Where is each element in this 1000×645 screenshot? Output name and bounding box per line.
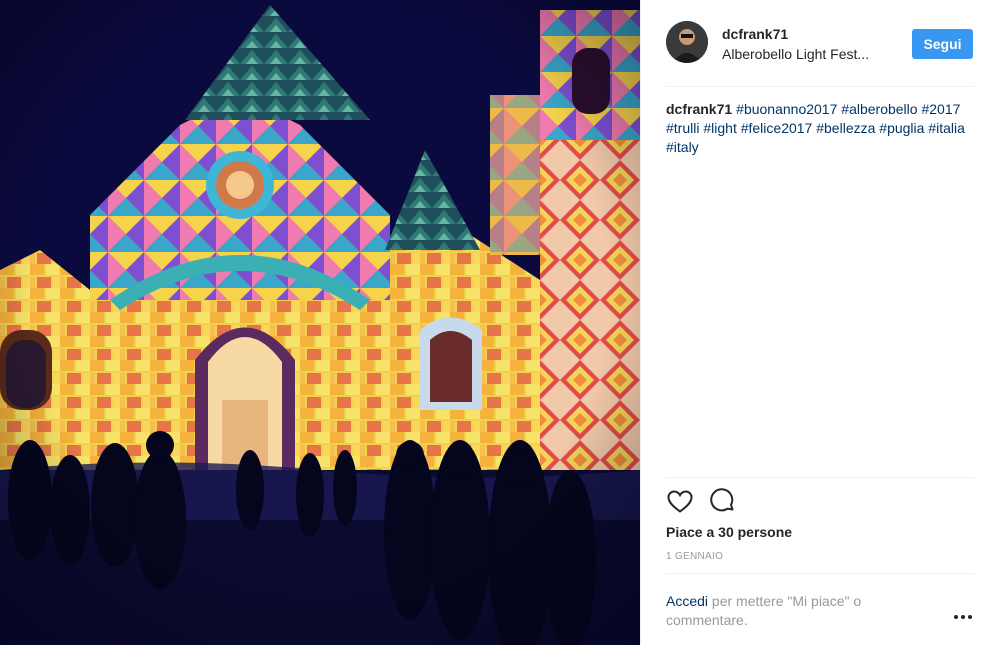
post-photo[interactable]	[0, 0, 640, 645]
post-header: dcfrank71 Alberobello Light Fest... Segu…	[641, 0, 1000, 86]
more-options-icon[interactable]	[954, 612, 974, 622]
hashtag[interactable]: #light	[703, 120, 736, 136]
hashtag[interactable]: #trulli	[666, 120, 699, 136]
post-location[interactable]: Alberobello Light Fest...	[722, 46, 897, 62]
divider	[666, 573, 974, 574]
follow-button[interactable]: Segui	[912, 29, 973, 59]
hashtag[interactable]: #2017	[921, 101, 960, 117]
login-prompt: Accedi per mettere "Mi piace" o commenta…	[666, 592, 926, 630]
hashtag[interactable]: #italy	[666, 139, 699, 155]
likes-count[interactable]: Piace a 30 persone	[666, 524, 792, 540]
author-username[interactable]: dcfrank71	[722, 26, 788, 42]
divider	[666, 86, 974, 87]
hashtag[interactable]: #bellezza	[816, 120, 875, 136]
hashtag[interactable]: #italia	[928, 120, 965, 136]
avatar[interactable]	[666, 21, 708, 63]
caption-username[interactable]: dcfrank71	[666, 101, 732, 117]
comment-icon[interactable]	[708, 488, 736, 516]
heart-icon[interactable]	[666, 488, 694, 516]
post-date[interactable]: 1 GENNAIO	[666, 551, 723, 562]
login-link[interactable]: Accedi	[666, 593, 708, 609]
post-caption: dcfrank71 #buonanno2017 #alberobello #201…	[666, 100, 976, 157]
hashtag[interactable]: #felice2017	[741, 120, 813, 136]
hashtag[interactable]: #alberobello	[841, 101, 917, 117]
hashtag[interactable]: #puglia	[879, 120, 924, 136]
hashtag[interactable]: #buonanno2017	[736, 101, 837, 117]
divider	[666, 477, 974, 478]
post-side-panel: dcfrank71 Alberobello Light Fest... Segu…	[640, 0, 1000, 645]
